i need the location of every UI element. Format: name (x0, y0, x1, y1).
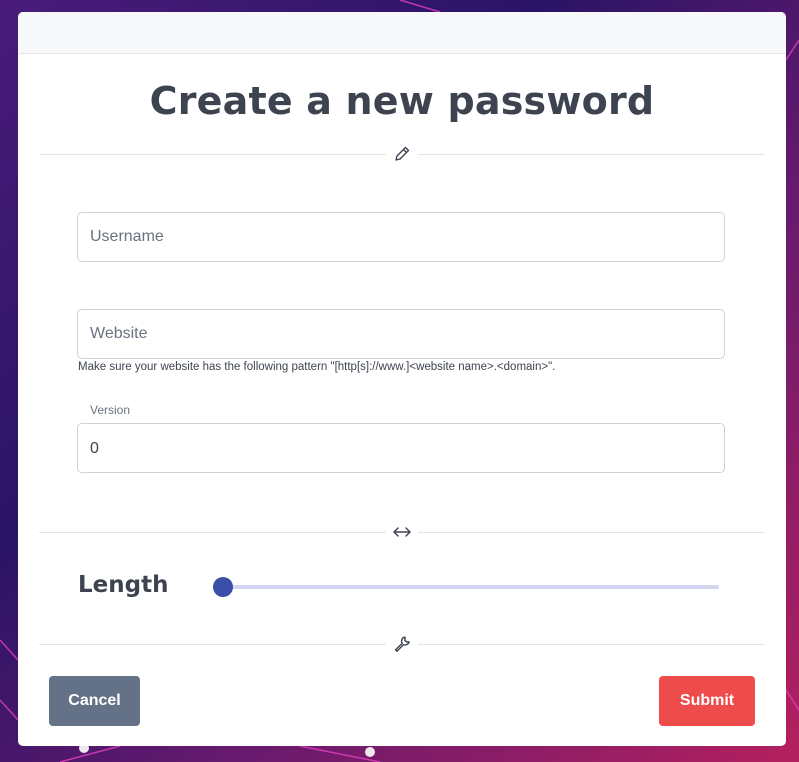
version-label: Version (90, 403, 131, 417)
length-slider-track[interactable] (222, 585, 719, 589)
version-input[interactable] (77, 423, 725, 473)
page-title: Create a new password (149, 79, 655, 123)
arrows-left-right-icon (386, 521, 418, 543)
submit-button[interactable]: Submit (659, 676, 755, 726)
website-hint: Make sure your website has the following… (78, 361, 556, 373)
username-input[interactable] (77, 212, 725, 262)
length-slider-thumb[interactable] (213, 577, 233, 597)
pencil-icon (386, 143, 418, 165)
length-label: Length (78, 572, 169, 598)
modal-header (18, 12, 786, 54)
cancel-button[interactable]: Cancel (49, 676, 140, 726)
wrench-icon (386, 633, 418, 655)
create-password-modal: Create a new password Make sure your web… (18, 12, 786, 746)
website-input[interactable] (77, 309, 725, 359)
